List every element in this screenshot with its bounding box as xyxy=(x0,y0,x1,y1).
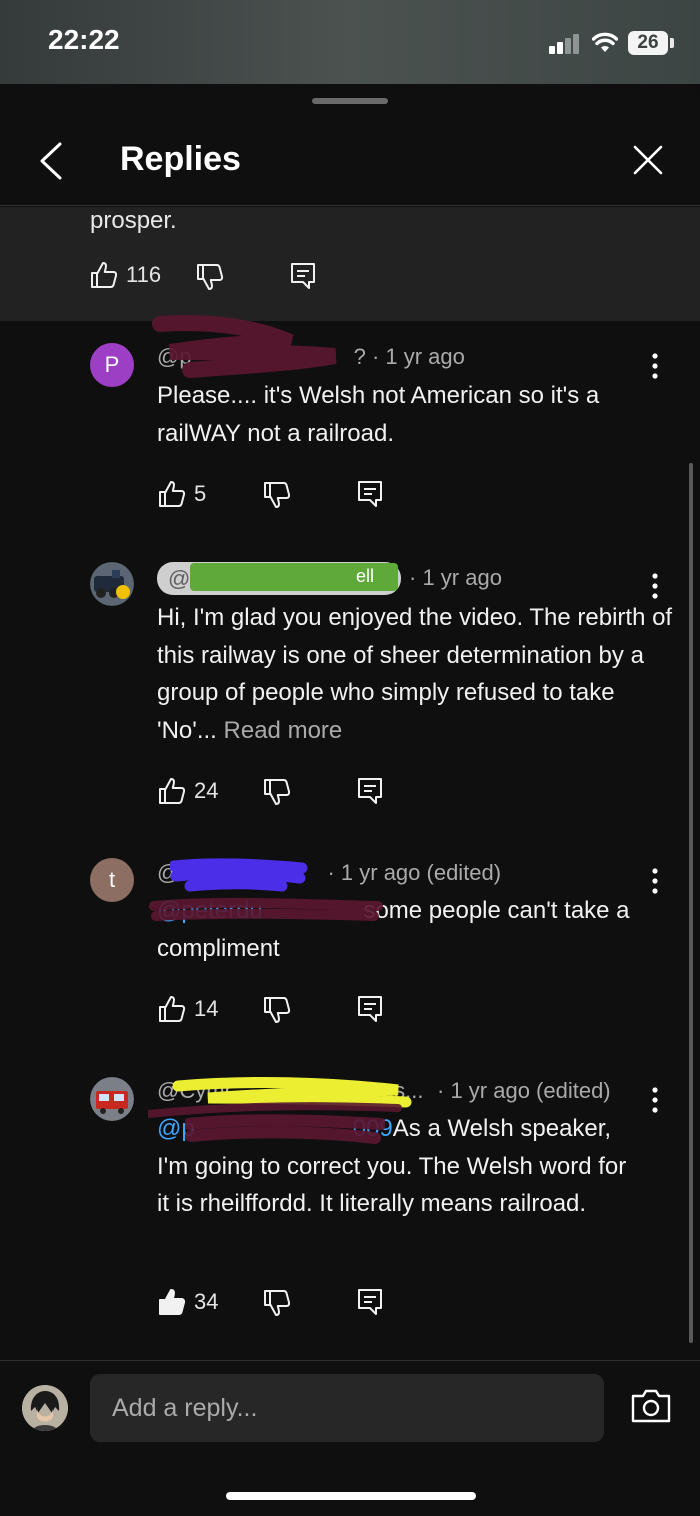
thumbs-down-icon[interactable] xyxy=(263,778,291,806)
like-count: 14 xyxy=(194,996,219,1021)
thumbs-up-icon xyxy=(159,996,186,1022)
reply-icon[interactable] xyxy=(357,480,383,508)
comment-handle[interactable]: @p xyxy=(157,344,192,369)
like-count: 24 xyxy=(194,778,219,803)
like-count: 5 xyxy=(194,481,207,506)
reply-icon[interactable] xyxy=(290,262,316,290)
mention-link-tail[interactable]: 009 xyxy=(353,1115,393,1142)
reply-icon[interactable] xyxy=(357,777,383,805)
thumbs-up-filled-icon xyxy=(159,1289,186,1315)
like-button[interactable]: 5 xyxy=(158,480,206,508)
reply-input[interactable] xyxy=(90,1374,604,1442)
page-title: Replies xyxy=(120,140,241,178)
replies-header xyxy=(0,118,700,206)
thumbs-down-icon[interactable] xyxy=(196,263,224,291)
read-more-link[interactable]: Read more xyxy=(224,717,343,744)
status-time: 22:22 xyxy=(48,24,120,55)
comment-meta: @ · 1 yr ago (edited) xyxy=(157,860,501,886)
cellular-signal-icon xyxy=(549,34,581,54)
reply-icon[interactable] xyxy=(357,995,383,1023)
camera-icon[interactable] xyxy=(630,1388,672,1424)
comment-body: Please.... it's Welsh not American so it… xyxy=(157,382,600,447)
comment-body: @peterdu some people can't take a compli… xyxy=(157,892,657,967)
avatar[interactable]: P xyxy=(90,343,134,387)
battery-indicator: 26 xyxy=(628,31,668,55)
comment-time: · 1 yr ago (edited) xyxy=(437,1078,611,1103)
close-icon[interactable] xyxy=(632,144,664,176)
back-icon[interactable] xyxy=(36,140,66,182)
status-bar: 22:22 26 xyxy=(0,0,700,84)
like-count: 34 xyxy=(194,1289,219,1314)
wifi-icon xyxy=(592,32,618,52)
comment-body: @p 009As a Welsh speaker, I'm going to co… xyxy=(157,1110,627,1223)
more-options-icon[interactable] xyxy=(649,352,661,380)
comment-body: Hi, I'm glad you enjoyed the video. The … xyxy=(157,599,677,749)
mention-link[interactable]: @peterdu xyxy=(157,897,263,924)
comment-handle-tail: ell xyxy=(356,566,375,586)
parent-comment-text: prosper. xyxy=(90,207,177,234)
home-indicator[interactable] xyxy=(226,1492,476,1500)
user-avatar[interactable] xyxy=(22,1385,68,1431)
thumbs-up-icon xyxy=(91,262,118,288)
thumbs-down-icon[interactable] xyxy=(263,481,291,509)
more-options-icon[interactable] xyxy=(649,1086,661,1114)
mention-link[interactable]: @p xyxy=(157,1115,195,1142)
like-button[interactable]: 24 xyxy=(158,777,218,805)
comment-handle-tail: Res... xyxy=(366,1078,424,1103)
avatar[interactable]: t xyxy=(90,858,134,902)
comment-handle[interactable]: @ xyxy=(157,860,179,885)
parent-like-button[interactable]: 116 xyxy=(90,261,161,289)
thumbs-up-icon xyxy=(159,778,186,804)
reply-icon[interactable] xyxy=(357,1288,383,1316)
more-options-icon[interactable] xyxy=(649,867,661,895)
avatar[interactable] xyxy=(90,1077,134,1121)
thumbs-up-icon xyxy=(159,481,186,507)
scrollbar[interactable] xyxy=(689,463,693,1343)
more-options-icon[interactable] xyxy=(649,572,661,600)
like-button-active[interactable]: 34 xyxy=(158,1288,218,1316)
sheet-drag-handle[interactable] xyxy=(312,98,388,104)
comment-handle-tail: ? xyxy=(353,344,366,369)
comment-handle[interactable]: @Cymr xyxy=(157,1078,232,1104)
comment-time: · 1 yr ago (edited) xyxy=(327,860,502,885)
avatar[interactable] xyxy=(90,562,134,606)
comment-handle: @ xyxy=(168,566,191,591)
comment-time: · 1 yr ago xyxy=(371,344,465,369)
thumbs-down-icon[interactable] xyxy=(263,996,291,1024)
comment-time: · 1 yr ago xyxy=(409,565,502,590)
battery-nub xyxy=(670,38,674,48)
like-button[interactable]: 14 xyxy=(158,995,218,1023)
parent-like-count: 116 xyxy=(126,262,162,287)
comment-meta: @p? · 1 yr ago xyxy=(157,344,465,370)
thumbs-down-icon[interactable] xyxy=(263,1289,291,1317)
